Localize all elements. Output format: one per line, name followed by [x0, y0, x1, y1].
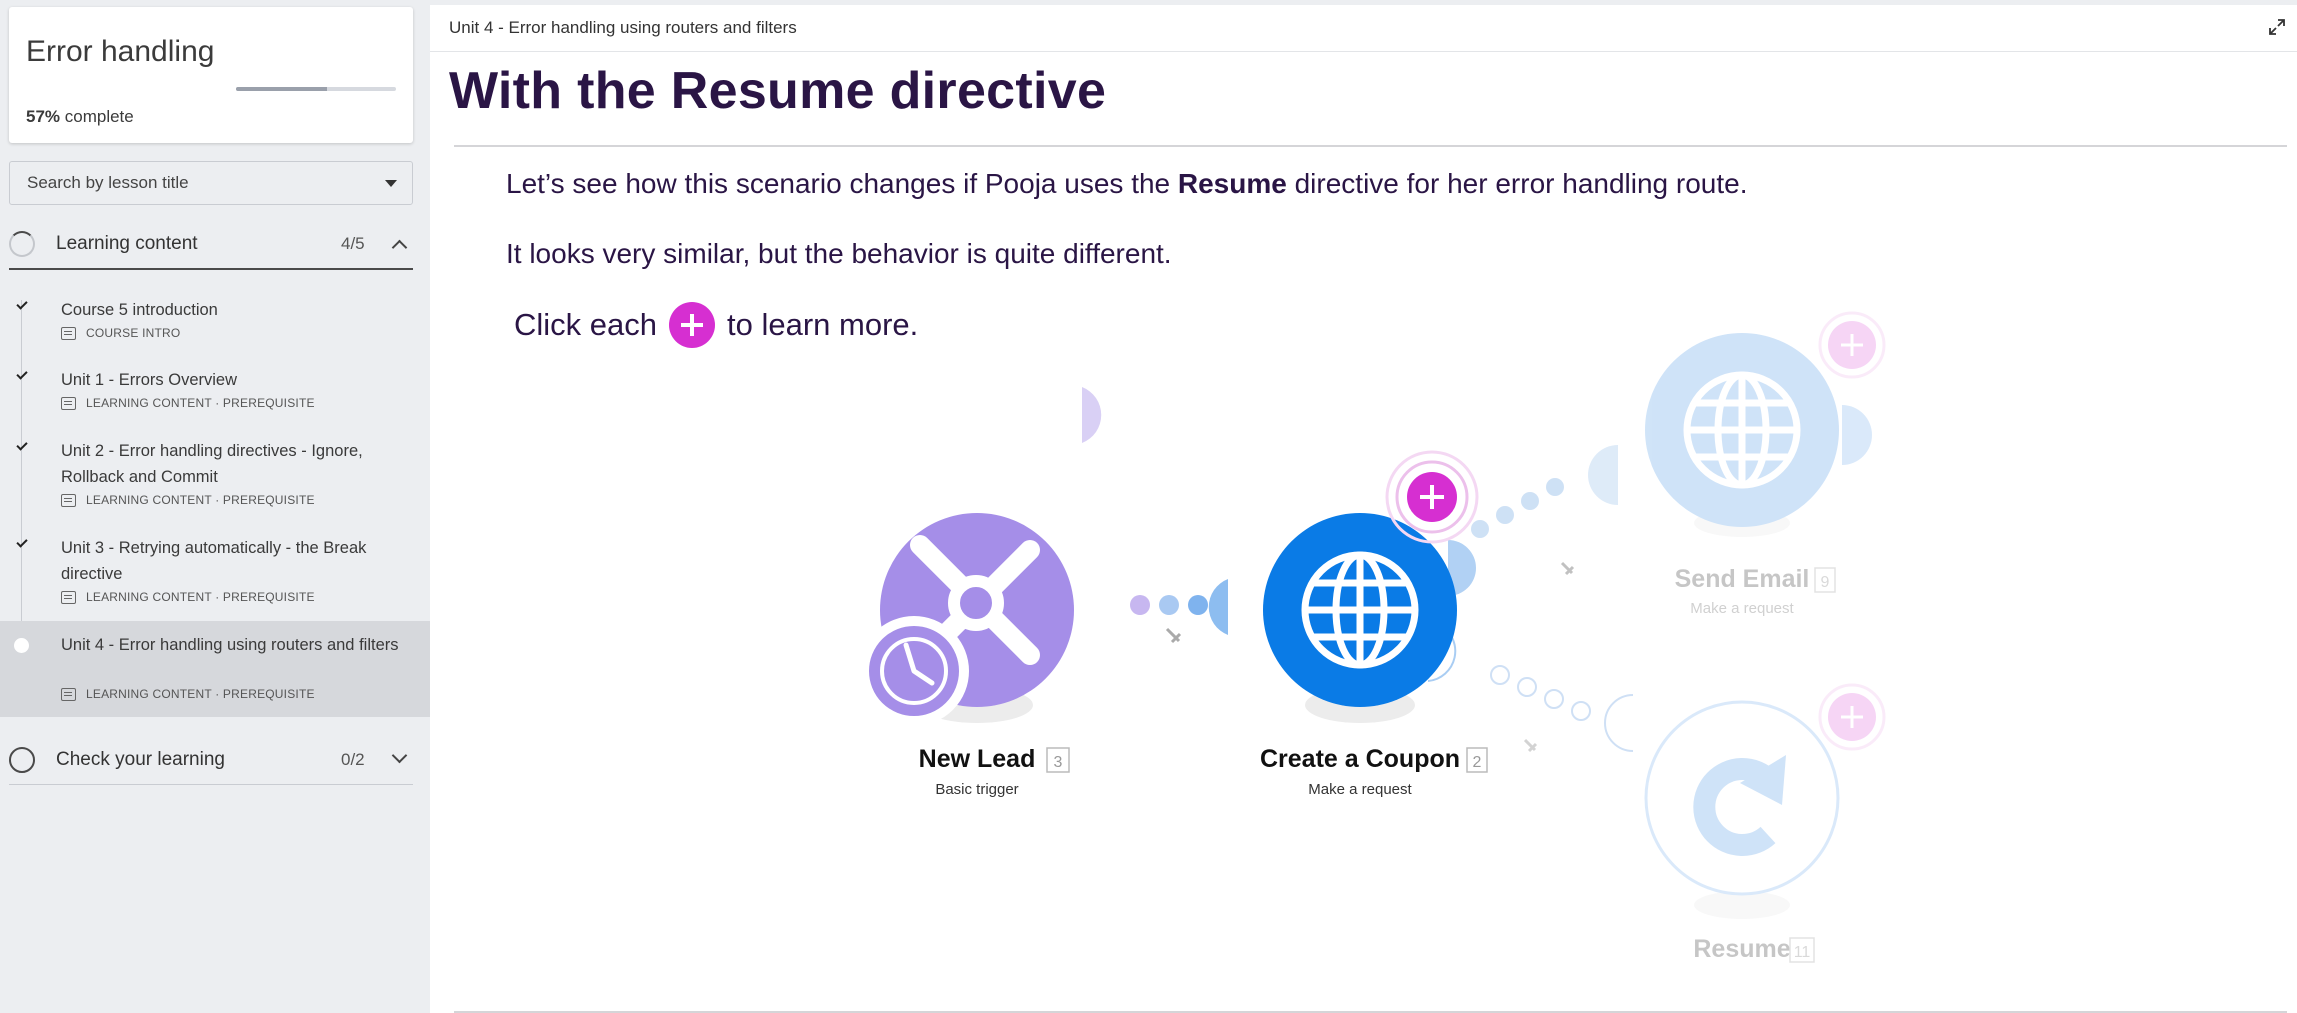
lesson-content: Unit 4 - Error handling using routers an… — [430, 5, 2297, 1013]
section-progress-ring-icon — [9, 746, 35, 773]
section-check-your-learning[interactable]: Check your learning 0/2 — [9, 735, 413, 785]
lesson-meta: LEARNING CONTENT · PREREQUISITE — [61, 590, 315, 604]
hotspot-plus-button[interactable] — [1818, 683, 1886, 751]
globe-icon — [1683, 371, 1801, 489]
lesson-title[interactable]: Unit 1 - Errors Overview — [61, 367, 401, 393]
chevron-up-icon[interactable] — [391, 239, 408, 256]
module-name: New Lead — [919, 745, 1036, 773]
chevron-down-icon[interactable] — [391, 747, 408, 764]
check-icon — [16, 439, 28, 451]
check-icon — [16, 368, 28, 380]
lesson-meta: LEARNING CONTENT · PREREQUISITE — [61, 687, 315, 701]
course-progress-card: Error handling 57% complete — [9, 7, 413, 143]
lesson-title[interactable]: Unit 4 - Error handling using routers an… — [61, 632, 401, 658]
section-title: Learning content — [56, 233, 198, 254]
lesson-search-placeholder: Search by lesson title — [27, 173, 189, 192]
module-id: 9 — [1821, 574, 1830, 591]
scenario-diagram: New Lead 3 Basic trigger Create a Coupon… — [859, 311, 1886, 963]
globe-icon — [1301, 551, 1419, 669]
hotspot-plus-button[interactable] — [1385, 450, 1479, 544]
module-new-lead[interactable]: New Lead 3 Basic trigger — [859, 513, 1074, 798]
module-name: Resume — [1693, 935, 1790, 963]
module-id: 11 — [1794, 944, 1811, 961]
section-count: 4/5 — [341, 234, 365, 253]
progress-fill — [236, 87, 328, 91]
module-subtitle: Basic trigger — [935, 781, 1018, 798]
lesson-meta: LEARNING CONTENT · PREREQUISITE — [61, 493, 315, 507]
module-id: 2 — [1473, 754, 1482, 771]
module-subtitle: Make a request — [1690, 600, 1794, 617]
section-title: Check your learning — [56, 748, 225, 770]
lesson-title[interactable]: Course 5 introduction — [61, 297, 401, 323]
module-subtitle: Make a request — [1308, 781, 1412, 798]
caret-down-icon — [385, 180, 397, 187]
module-name: Create a Coupon — [1260, 745, 1460, 773]
progress-text: 57% complete — [26, 107, 134, 126]
module-resume[interactable]: Resume 11 — [1644, 683, 1886, 963]
lesson-meta: COURSE INTRO — [61, 326, 180, 340]
document-icon — [61, 396, 76, 410]
document-icon — [61, 590, 76, 604]
document-icon — [61, 493, 76, 507]
lesson-sidebar: Error handling 57% complete Search by le… — [0, 0, 430, 1013]
module-send-email[interactable]: Send Email 9 Make a request — [1645, 311, 1886, 617]
connector-newlead-coupon — [1082, 387, 1228, 644]
lesson-meta: LEARNING CONTENT · PREREQUISITE — [61, 396, 315, 410]
lesson-title[interactable]: Unit 3 - Retrying automatically - the Br… — [61, 535, 401, 587]
module-name: Send Email — [1675, 565, 1810, 593]
connector-coupon-resume — [1427, 624, 1634, 753]
section-count: 0/2 — [341, 749, 365, 769]
module-create-coupon[interactable]: Create a Coupon 2 Make a request — [1260, 450, 1488, 798]
section-progress-ring-icon — [9, 231, 35, 257]
wrench-icon — [1560, 561, 1575, 576]
lesson-search-select[interactable]: Search by lesson title — [9, 161, 413, 205]
wrench-icon — [1165, 627, 1182, 644]
lesson-title[interactable]: Unit 2 - Error handling directives - Ign… — [61, 438, 401, 490]
document-icon — [61, 326, 76, 340]
module-id: 3 — [1054, 754, 1063, 771]
section-learning-content[interactable]: Learning content 4/5 — [9, 220, 413, 270]
check-icon — [16, 536, 28, 548]
current-lesson-dot-icon — [14, 638, 29, 653]
hotspot-plus-button[interactable] — [1818, 311, 1886, 379]
check-icon — [16, 298, 28, 310]
progress-bar — [236, 87, 396, 91]
connector-coupon-sendemail — [1448, 445, 1618, 596]
course-title: Error handling — [26, 35, 215, 68]
document-icon — [61, 687, 76, 701]
